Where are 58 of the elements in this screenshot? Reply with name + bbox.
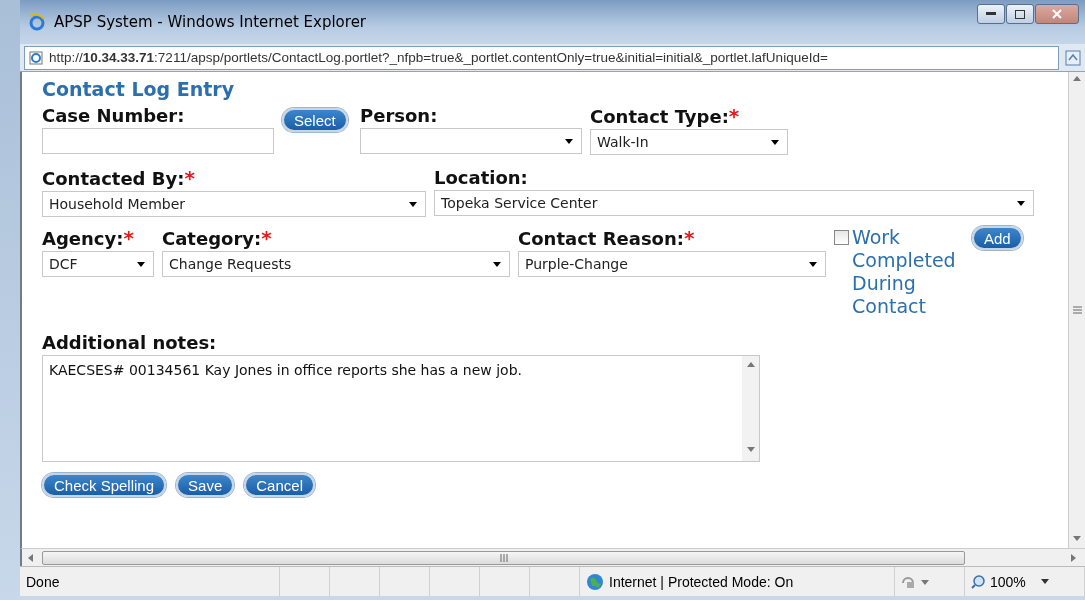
scrollbar-thumb[interactable]	[42, 550, 965, 565]
zoom-icon[interactable]	[971, 574, 985, 589]
select-button[interactable]: Select	[282, 108, 348, 132]
checkbox[interactable]	[834, 230, 849, 245]
dropdown[interactable]: Household Member	[42, 191, 426, 217]
cancel-button[interactable]: Cancel	[244, 473, 315, 497]
caret-icon	[565, 138, 573, 144]
browser-logo-icon	[28, 13, 46, 31]
maximize-button[interactable]	[1006, 4, 1034, 24]
check-spelling-button[interactable]: Check Spelling	[42, 473, 167, 497]
required-mark: *	[261, 226, 272, 250]
field-label: Contact Type:	[590, 105, 729, 129]
scroll-left-icon[interactable]	[28, 553, 36, 562]
field-label: Category:	[162, 227, 262, 251]
page-icon	[29, 50, 43, 65]
caret-icon	[809, 261, 817, 267]
add-button[interactable]: Add	[972, 226, 1023, 250]
field-label: Case Number:	[42, 104, 185, 128]
minimize-button[interactable]	[977, 4, 1005, 24]
caret-icon	[409, 201, 417, 207]
security-icon[interactable]	[901, 574, 931, 589]
input-field[interactable]	[42, 128, 274, 154]
dropdown[interactable]: DCF	[42, 251, 154, 277]
required-mark: *	[184, 166, 195, 190]
field-label: Agency:	[42, 227, 124, 251]
field-label: Person:	[360, 104, 438, 128]
field-label: Location:	[434, 166, 528, 190]
address-field[interactable]: http://10.34.33.71:7211/apsp/portlets/ContactLog.portlet?_nfpb=true&_portlet.contentOnly=true&initial=initial&_portlet.lafUniqueId=	[24, 45, 1059, 70]
dropdown[interactable]: Change Requests	[162, 251, 510, 277]
field-label: Contacted By:	[42, 167, 185, 191]
caret-icon	[137, 261, 145, 267]
notes-field[interactable]: KAECSES# 00134561 Kay Jones in office reports she has a new job.	[42, 355, 760, 462]
scroll-grip-icon[interactable]	[1072, 306, 1082, 314]
save-button[interactable]: Save	[176, 473, 235, 497]
window-title: APSP System - Windows Internet Explorer	[54, 13, 368, 31]
dropdown[interactable]: Topeka Service Center	[434, 190, 1034, 216]
required-mark: *	[123, 226, 134, 250]
caret-icon	[771, 139, 779, 145]
dropdown[interactable]: Purple-Change	[518, 251, 826, 277]
form-title: Contact Log Entry	[42, 78, 236, 100]
close-icon	[1052, 9, 1062, 19]
scroll-up-icon[interactable]	[1073, 76, 1081, 84]
minimize-icon	[986, 12, 996, 16]
zoom-level[interactable]: 100%	[990, 573, 1026, 590]
caret-icon	[493, 261, 501, 267]
required-mark: *	[728, 104, 740, 128]
notes-label: Additional notes:	[42, 332, 218, 353]
globe-icon	[586, 572, 604, 591]
security-zone-text: Internet | Protected Mode: On	[609, 573, 794, 590]
required-mark: *	[684, 226, 695, 250]
caret-icon	[1017, 200, 1025, 206]
maximize-icon	[1015, 9, 1025, 19]
dropdown[interactable]: Walk-In	[590, 129, 788, 155]
scroll-up-icon[interactable]	[746, 362, 755, 370]
close-button[interactable]	[1035, 4, 1079, 24]
field-label: Contact Reason:	[518, 227, 684, 251]
checkbox-label: Work Completed During Contact	[852, 226, 957, 318]
status-text: Done	[26, 573, 60, 590]
